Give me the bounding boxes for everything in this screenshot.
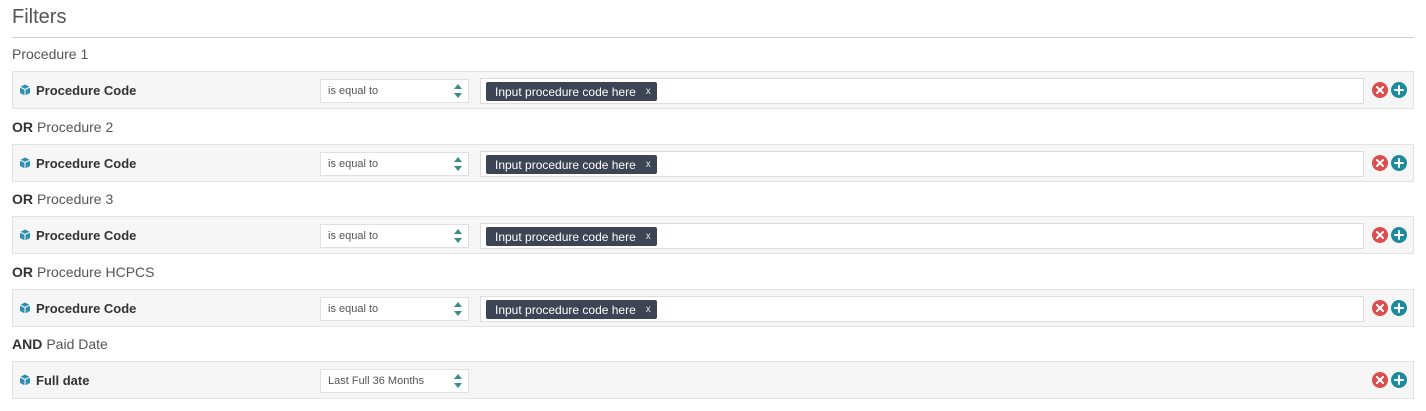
page-title: Filters	[12, 6, 67, 28]
row-actions	[1372, 155, 1407, 173]
updown-arrows-icon	[454, 374, 462, 388]
comparator-value: is equal to	[328, 303, 379, 315]
group-operator: OR	[12, 264, 33, 280]
group-name: Procedure 3	[37, 191, 114, 207]
chip-label: Input procedure code here	[495, 229, 636, 244]
remove-circle-icon[interactable]	[1372, 300, 1388, 316]
updown-arrows-icon	[454, 302, 462, 316]
cube-icon	[19, 84, 31, 96]
date-range-select[interactable]: Last Full 36 Months	[320, 369, 469, 393]
group-operator: OR	[12, 119, 33, 135]
group-label-procedure-3: OR Procedure 3	[12, 191, 113, 207]
comparator-value: is equal to	[328, 85, 379, 97]
field-name: Procedure Code	[19, 217, 136, 253]
remove-circle-icon[interactable]	[1372, 82, 1388, 98]
group-name: Paid Date	[46, 336, 108, 352]
comparator-value: is equal to	[328, 230, 379, 242]
cube-icon	[19, 374, 31, 386]
value-chip[interactable]: Input procedure code here x	[486, 227, 657, 246]
field-name: Procedure Code	[19, 290, 136, 326]
cube-icon	[19, 302, 31, 314]
chip-remove-button[interactable]: x	[646, 231, 651, 242]
add-circle-icon[interactable]	[1391, 372, 1407, 388]
comparator-select[interactable]: is equal to	[320, 152, 469, 176]
cube-icon	[19, 229, 31, 241]
chip-label: Input procedure code here	[495, 84, 636, 99]
updown-arrows-icon	[454, 229, 462, 243]
filters-panel: Filters Procedure 1 Procedure Code is eq…	[0, 0, 1426, 411]
field-label: Procedure Code	[36, 227, 137, 243]
add-circle-icon[interactable]	[1391, 300, 1407, 316]
field-name: Full date	[19, 362, 89, 398]
updown-arrows-icon	[454, 157, 462, 171]
chip-remove-button[interactable]: x	[646, 304, 651, 315]
filter-row: Procedure Code is equal to Input procedu…	[12, 71, 1414, 109]
group-name: Procedure HCPCS	[37, 264, 155, 280]
group-label-procedure-1: Procedure 1	[12, 46, 88, 62]
group-label-paid-date: AND Paid Date	[12, 336, 108, 352]
row-actions	[1372, 300, 1407, 318]
add-circle-icon[interactable]	[1391, 155, 1407, 171]
field-label: Procedure Code	[36, 300, 137, 316]
field-name: Procedure Code	[19, 72, 136, 108]
cube-icon	[19, 157, 31, 169]
value-chip[interactable]: Input procedure code here x	[486, 155, 657, 174]
title-divider	[12, 37, 1414, 38]
comparator-select[interactable]: is equal to	[320, 224, 469, 248]
comparator-select[interactable]: is equal to	[320, 79, 469, 103]
field-label: Procedure Code	[36, 82, 137, 98]
remove-circle-icon[interactable]	[1372, 372, 1388, 388]
value-chip[interactable]: Input procedure code here x	[486, 300, 657, 319]
filter-row: Full date Last Full 36 Months	[12, 361, 1414, 399]
field-label: Procedure Code	[36, 155, 137, 171]
group-name: Procedure 1	[12, 46, 89, 62]
group-name: Procedure 2	[37, 119, 114, 135]
remove-circle-icon[interactable]	[1372, 155, 1388, 171]
field-label: Full date	[36, 372, 90, 388]
chip-label: Input procedure code here	[495, 157, 636, 172]
chip-remove-button[interactable]: x	[646, 159, 651, 170]
remove-circle-icon[interactable]	[1372, 227, 1388, 243]
updown-arrows-icon	[454, 84, 462, 98]
value-input[interactable]: Input procedure code here x	[480, 151, 1364, 177]
add-circle-icon[interactable]	[1391, 227, 1407, 243]
group-operator: AND	[12, 336, 43, 352]
filter-row: Procedure Code is equal to Input procedu…	[12, 289, 1414, 327]
value-chip[interactable]: Input procedure code here x	[486, 82, 657, 101]
chip-remove-button[interactable]: x	[646, 86, 651, 97]
comparator-value: is equal to	[328, 158, 379, 170]
value-input[interactable]: Input procedure code here x	[480, 78, 1364, 104]
add-circle-icon[interactable]	[1391, 82, 1407, 98]
value-input[interactable]: Input procedure code here x	[480, 223, 1364, 249]
row-actions	[1372, 227, 1407, 245]
group-operator: OR	[12, 191, 33, 207]
comparator-select[interactable]: is equal to	[320, 297, 469, 321]
field-name: Procedure Code	[19, 145, 136, 181]
filter-row: Procedure Code is equal to Input procedu…	[12, 216, 1414, 254]
group-label-procedure-hcpcs: OR Procedure HCPCS	[12, 264, 155, 280]
filter-row: Procedure Code is equal to Input procedu…	[12, 144, 1414, 182]
value-input[interactable]: Input procedure code here x	[480, 296, 1364, 322]
group-label-procedure-2: OR Procedure 2	[12, 119, 113, 135]
chip-label: Input procedure code here	[495, 302, 636, 317]
row-actions	[1372, 82, 1407, 100]
row-actions	[1372, 372, 1407, 390]
comparator-value: Last Full 36 Months	[328, 375, 424, 387]
